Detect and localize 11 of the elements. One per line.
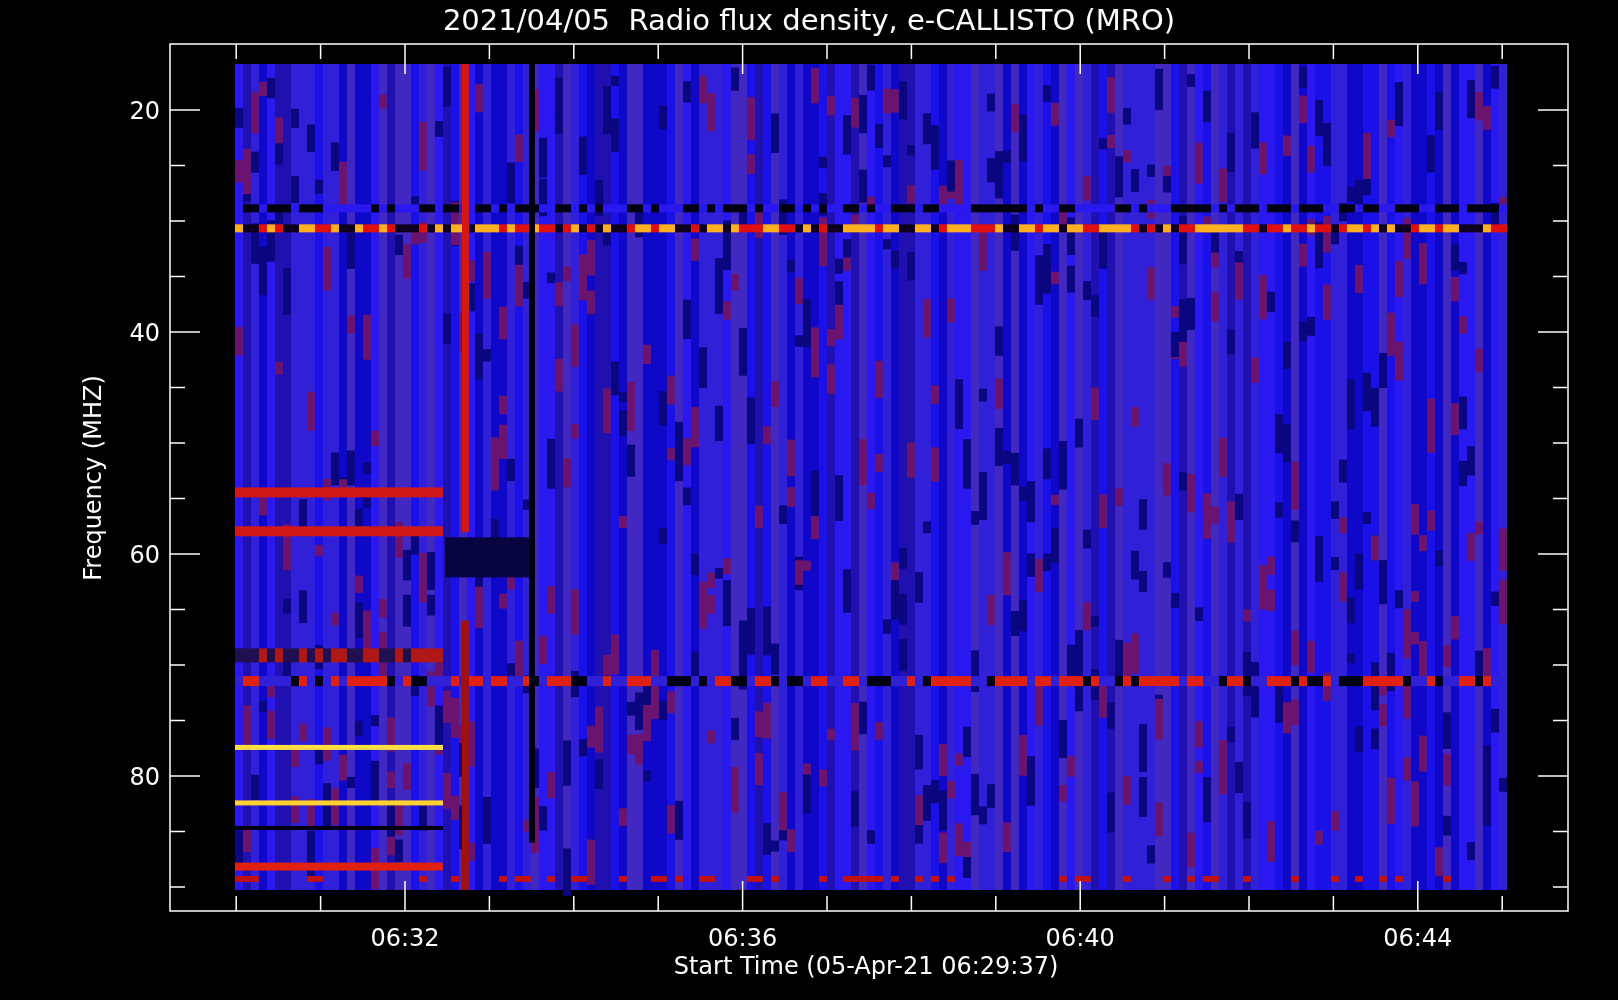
tick-label: 06:44 [1383, 924, 1453, 952]
axis-label: Frequency (MHZ) [79, 375, 107, 581]
axis-label: Start Time (05-Apr-21 06:29:37) [673, 952, 1059, 980]
tick-label: 80 [129, 763, 160, 791]
tick-label: 60 [129, 541, 160, 569]
tick-label: 06:32 [370, 924, 440, 952]
tick-label: 06:40 [1045, 924, 1115, 952]
tick-label: 06:36 [708, 924, 778, 952]
tick-label: 20 [129, 97, 160, 125]
chart-title: 2021/04/05 Radio flux density, e-CALLISTO (MRO) [442, 3, 1176, 37]
tick-label: 40 [129, 319, 160, 347]
